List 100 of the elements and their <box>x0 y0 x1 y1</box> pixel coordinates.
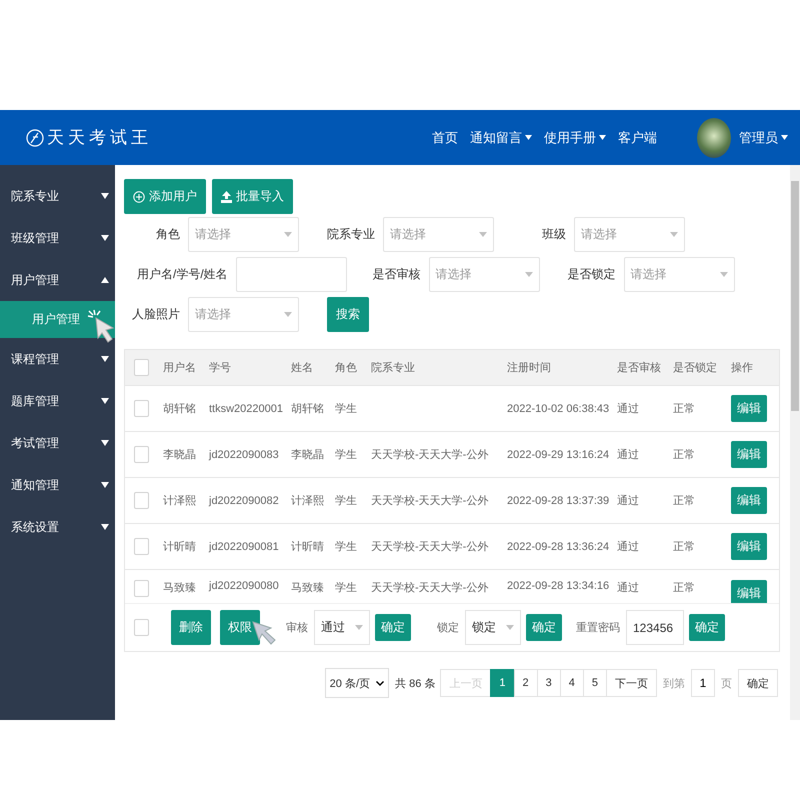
permission-button[interactable]: 权限 <box>220 610 260 645</box>
goto-label: 到第 <box>663 676 685 690</box>
nav-link[interactable]: 客户端 <box>618 128 657 146</box>
table-cell: 通过 <box>617 582 639 594</box>
checkbox[interactable] <box>134 538 149 555</box>
page-button[interactable]: 1 <box>490 669 514 697</box>
add-icon <box>133 190 145 202</box>
caret-icon <box>101 193 109 199</box>
column-header: 院系专业 <box>370 360 416 375</box>
table-cell: ttksw20220001 <box>209 402 283 414</box>
table-cell: 天天学校-天天大学-公外 <box>371 495 488 507</box>
edit-button[interactable]: 编辑 <box>731 580 767 603</box>
password-field[interactable]: 123456 <box>626 610 684 645</box>
nav-link[interactable]: 使用手册 <box>544 128 596 146</box>
table-cell: 计昕晴 <box>163 541 196 553</box>
delete-button[interactable]: 删除 <box>171 610 211 645</box>
checkbox[interactable] <box>134 619 149 636</box>
scrollbar[interactable] <box>790 165 800 720</box>
table-cell: 学生 <box>335 582 357 594</box>
page-button[interactable]: 4 <box>560 669 584 697</box>
table-cell: 正常 <box>673 541 695 553</box>
table-cell: 天天学校-天天大学-公外 <box>371 582 488 594</box>
sidebar-subitem[interactable]: 用户管理 <box>0 301 115 338</box>
caret-icon <box>670 232 678 236</box>
chevron-down-icon <box>376 680 384 686</box>
go-button[interactable]: 确定 <box>738 669 778 697</box>
caret-icon <box>101 482 109 488</box>
edit-button[interactable]: 编辑 <box>731 395 767 422</box>
table-cell: 计泽熙 <box>291 495 324 507</box>
caret-icon <box>524 272 533 276</box>
table-cell: 通过 <box>617 541 639 553</box>
table-cell: jd2022090081 <box>209 540 279 552</box>
password-label: 重置密码 <box>576 620 620 635</box>
input-field[interactable] <box>236 256 347 292</box>
table-cell: 计泽熙 <box>163 495 196 507</box>
audit-label: 审核 <box>286 620 308 635</box>
table-cell: jd2022090082 <box>209 494 279 506</box>
logo-icon <box>26 128 44 146</box>
confirm-button[interactable]: 确定 <box>526 614 562 641</box>
sidebar-item[interactable]: 院系专业 <box>0 175 115 217</box>
sidebar-item[interactable]: 课程管理 <box>0 338 115 380</box>
toolbar-button[interactable]: 添加用户 <box>124 179 206 214</box>
edit-button[interactable]: 编辑 <box>731 533 767 560</box>
caret-icon <box>101 277 109 283</box>
column-header: 注册时间 <box>506 360 552 375</box>
table-cell: 马致臻 <box>291 582 324 594</box>
caret-icon <box>101 440 109 446</box>
page-unit: 页 <box>721 676 732 690</box>
checkbox[interactable] <box>134 359 149 376</box>
confirm-button[interactable]: 确定 <box>689 614 725 641</box>
toolbar-button[interactable]: 批量导入 <box>212 179 293 214</box>
next-page-button[interactable]: 下一页 <box>606 669 657 697</box>
page-button[interactable]: 5 <box>582 669 607 697</box>
page-size-select[interactable]: 20 条/页 <box>324 668 390 698</box>
table-cell: 学生 <box>335 449 357 461</box>
sidebar-item[interactable]: 用户管理 <box>0 259 115 301</box>
sidebar-item[interactable]: 考试管理 <box>0 422 115 464</box>
lock-select[interactable]: 锁定 <box>465 610 521 645</box>
caret-icon <box>284 312 292 316</box>
page-button[interactable]: 2 <box>514 669 538 697</box>
table-cell: 2022-09-29 13:16:24 <box>507 448 610 460</box>
page-input[interactable]: 1 <box>691 669 715 697</box>
table-cell: 通过 <box>617 449 639 461</box>
table-cell: 李晓晶 <box>163 449 196 461</box>
page-button[interactable]: 3 <box>536 669 561 697</box>
edit-button[interactable]: 编辑 <box>731 441 767 468</box>
sidebar-item[interactable]: 题库管理 <box>0 380 115 422</box>
sidebar-item[interactable]: 系统设置 <box>0 506 115 548</box>
caret-icon <box>781 135 788 140</box>
table-cell: 正常 <box>673 449 695 461</box>
sidebar-item[interactable]: 班级管理 <box>0 217 115 259</box>
user-menu[interactable]: 管理员 <box>739 128 778 146</box>
confirm-button[interactable]: 确定 <box>375 614 411 641</box>
nav-link[interactable]: 通知留言 <box>470 128 522 146</box>
checkbox[interactable] <box>134 400 149 417</box>
table-cell: 正常 <box>673 495 695 507</box>
filter-label: 班级 <box>541 226 566 242</box>
checkbox[interactable] <box>134 580 149 597</box>
checkbox[interactable] <box>134 446 149 463</box>
search-button[interactable]: 搜索 <box>327 296 369 332</box>
filter-label: 是否审核 <box>372 266 421 282</box>
table-cell: 正常 <box>673 582 695 594</box>
table-cell: 胡轩铭 <box>163 403 196 415</box>
column-header: 姓名 <box>290 361 314 375</box>
sidebar-item[interactable]: 通知管理 <box>0 464 115 506</box>
column-header: 是否审核 <box>616 360 662 375</box>
caret-icon <box>101 356 109 362</box>
table-cell: 2022-09-28 13:36:24 <box>507 540 610 552</box>
edit-button[interactable]: 编辑 <box>731 487 767 514</box>
total-count: 共 86 条 <box>395 676 436 690</box>
avatar[interactable] <box>697 118 731 158</box>
table-cell: 学生 <box>335 403 357 415</box>
checkbox[interactable] <box>134 492 149 509</box>
column-header: 操作 <box>730 361 754 375</box>
nav-link[interactable]: 首页 <box>432 128 458 146</box>
table-cell: 2022-09-28 13:34:16 <box>507 580 610 592</box>
caret-icon <box>101 524 109 530</box>
table-cell: 2022-10-02 06:38:43 <box>507 402 610 414</box>
caret-icon <box>479 232 487 236</box>
audit-select[interactable]: 通过 <box>314 610 370 645</box>
